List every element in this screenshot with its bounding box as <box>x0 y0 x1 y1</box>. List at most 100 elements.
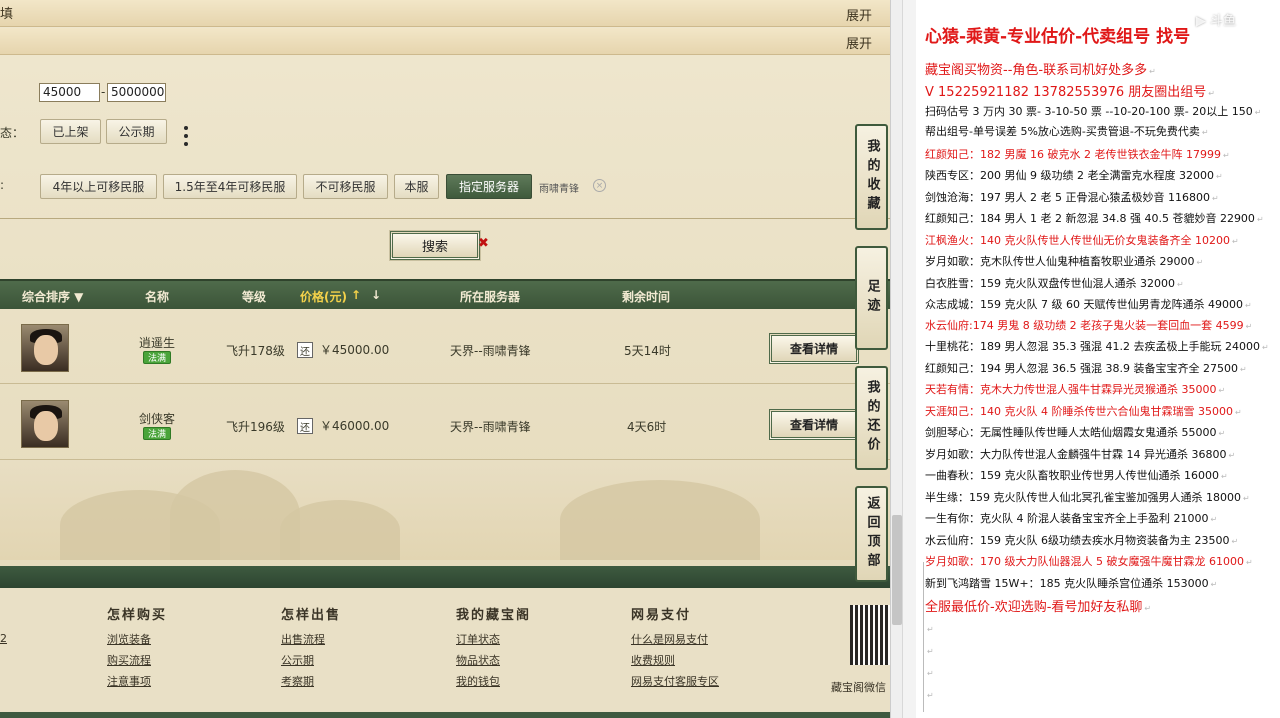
cbg-page: 填 展开 展开 45000 - 5000000 态： 已上架 公示期 : 4年以… <box>0 0 900 718</box>
ad-line-text: 扫码估号 3 万内 30 票- 3-10-50 票 --10-20-100 票-… <box>925 105 1253 118</box>
return-mark-icon: ↵ <box>1231 237 1239 246</box>
footer-link[interactable]: 注意事项 <box>107 673 151 689</box>
return-mark-icon: ↵ <box>1149 67 1156 76</box>
collapsed-section-2: 展开 <box>0 28 890 55</box>
character-avatar[interactable] <box>21 400 69 448</box>
expand-link[interactable]: 展开 <box>846 5 872 24</box>
section-title: 填 <box>0 7 14 22</box>
ad-line: 岁月如歌：170 级大力队仙器混人 5 破女魔强牛魔甘霖龙 61000 ↵ <box>925 553 1253 569</box>
col-price[interactable]: 价格(元) <box>300 288 347 305</box>
table-row[interactable]: 剑侠客 法满 飞升196级 还 ￥46000.00 天界--雨啸青锋 4天6时 … <box>0 388 890 460</box>
ad-line: 天若有情：克木大力传世混人强牛甘霖异光灵猴通杀 35000 ↵ <box>925 381 1225 397</box>
character-price: ￥45000.00 <box>320 343 390 357</box>
ad-line: 红颜知己：194 男人忽混 36.5 强混 38.9 装备宝宝齐全 27500 ↵ <box>925 360 1247 376</box>
ad-line-text: V 15225921182 13782553976 朋友圈出组号 <box>925 85 1207 100</box>
ad-line-text: 江枫渔火：140 克火队传世人传世仙无价女鬼装备齐全 10200 <box>925 234 1230 247</box>
footer-link[interactable]: 我的钱包 <box>456 673 500 689</box>
return-mark-icon: ↵ <box>927 625 934 634</box>
ad-line: 红颜知己：184 男人 1 老 2 新忽混 34.8 强 40.5 苍貔妙音 2… <box>925 210 1264 226</box>
character-name[interactable]: 逍遥生 <box>139 334 175 351</box>
return-mark-icon: ↵ <box>1215 172 1223 181</box>
ad-line: 岁月如歌：克木队传世人仙鬼种植畜牧职业通杀 29000 ↵ <box>925 253 1203 269</box>
footer-link[interactable]: 浏览装备 <box>107 631 151 647</box>
ad-line-text: 一生有你：克火队 4 阶混人装备宝宝齐全上手盈利 21000 <box>925 512 1209 525</box>
footer-link[interactable]: 订单状态 <box>456 631 500 647</box>
back-to-top-tab[interactable]: 返回顶部 <box>855 486 888 582</box>
ad-line-text: 帮出组号-单号误差 5%放心选购-买贵管退-不玩免费代卖 <box>925 125 1200 138</box>
view-detail-button[interactable]: 查看详情 <box>769 409 859 440</box>
return-mark-icon: ↵ <box>1210 515 1218 524</box>
scrollbar-thumb[interactable] <box>892 515 902 625</box>
character-name[interactable]: 剑侠客 <box>139 410 175 427</box>
footer: 2 怎样购买 浏览装备 购买流程 注意事项 怎样出售 出售流程 公示期 考察期 … <box>0 588 890 718</box>
server-this-button[interactable]: 本服 <box>394 174 439 199</box>
footer-link[interactable]: 网易支付客服专区 <box>631 673 719 689</box>
clear-icon[interactable]: × <box>593 179 606 192</box>
character-avatar[interactable] <box>21 324 69 372</box>
sort-dropdown[interactable]: 综合排序 ▼ <box>22 288 83 305</box>
footer-link[interactable]: 出售流程 <box>281 631 325 647</box>
view-detail-button[interactable]: 查看详情 <box>769 333 859 364</box>
price-max-input[interactable]: 5000000 <box>107 83 166 102</box>
bargain-icon: 还 <box>297 418 313 434</box>
qr-code-icon <box>850 605 890 665</box>
price-desc-icon[interactable]: ↓ <box>371 288 381 302</box>
search-button[interactable]: 搜索 <box>390 231 480 260</box>
server-1-5yr-button[interactable]: 1.5年至4年可移民服 <box>163 174 297 199</box>
ad-line-text: 红颜知己：182 男魔 16 破克水 2 老传世铁衣金牛阵 17999 <box>925 148 1221 161</box>
footer-link[interactable]: 2 <box>0 632 7 645</box>
server-4yr-button[interactable]: 4年以上可移民服 <box>40 174 157 199</box>
my-bargain-tab[interactable]: 我的还价 <box>855 366 888 470</box>
return-mark-icon: ↵ <box>1234 408 1242 417</box>
ad-line: 一曲春秋：159 克火队畜牧职业传世男人传世仙通杀 16000 ↵ <box>925 467 1228 483</box>
character-server: 天界--雨啸青锋 <box>450 420 531 434</box>
ad-line-text: 白衣胜雪：159 克火队双盘传世仙混人通杀 32000 <box>925 277 1175 290</box>
return-mark-icon: ↵ <box>1220 472 1228 481</box>
footer-link[interactable]: 物品状态 <box>456 652 500 668</box>
ad-title: 心猿-乘黄-专业估价-代卖组号 找号 <box>925 27 1191 47</box>
more-options-icon[interactable] <box>181 126 191 146</box>
footer-link[interactable]: 购买流程 <box>107 652 151 668</box>
ad-line: 十里桃花：189 男人忽混 35.3 强混 41.2 去疾孟极上手能玩 2400… <box>925 338 1269 354</box>
return-mark-icon: ↵ <box>1218 429 1226 438</box>
footer-link[interactable]: 公示期 <box>281 652 314 668</box>
price-min-input[interactable]: 45000 <box>39 83 100 102</box>
price-asc-icon[interactable]: ↑ <box>351 288 361 302</box>
footer-link[interactable]: 考察期 <box>281 673 314 689</box>
ad-line: 水云仙府：159 克火队 6级功绩去疾水月物资装备为主 23500 ↵ <box>925 532 1238 548</box>
footprint-tab[interactable]: 足迹 <box>855 246 888 350</box>
return-mark-icon: ↵ <box>1245 558 1253 567</box>
status-public-button[interactable]: 公示期 <box>106 119 167 144</box>
server-no-migrate-button[interactable]: 不可移民服 <box>303 174 388 199</box>
return-mark-icon: ↵ <box>1201 128 1209 137</box>
background-scenery <box>0 460 890 560</box>
ad-line-text: 岁月如歌：克木队传世人仙鬼种植畜牧职业通杀 29000 <box>925 255 1195 268</box>
footer-bottom-strip <box>0 712 890 718</box>
ad-line-text: 新到飞鸿踏雪 15W+：185 克火队睡杀宫位通杀 153000 <box>925 577 1209 590</box>
footer-link[interactable]: 收费规则 <box>631 652 675 668</box>
return-mark-icon: ↵ <box>1144 604 1152 613</box>
ad-line-text: 天涯知己：140 克火队 4 阶睡杀传世六合仙鬼甘霖瑞雪 35000 <box>925 405 1233 418</box>
footer-link[interactable]: 什么是网易支付 <box>631 631 708 647</box>
expand-link[interactable]: 展开 <box>846 33 872 52</box>
status-listed-button[interactable]: 已上架 <box>40 119 101 144</box>
ad-line: 红颜知己：182 男魔 16 破克水 2 老传世铁衣金牛阵 17999 ↵ <box>925 146 1230 162</box>
ad-line: 白衣胜雪：159 克火队双盘传世仙混人通杀 32000 ↵ <box>925 275 1184 291</box>
table-row[interactable]: 逍遥生 法满 飞升178级 还 ￥45000.00 天界--雨啸青锋 5天14时… <box>0 312 890 384</box>
selected-server-tag: 雨啸青锋 <box>539 184 579 195</box>
return-mark-icon: ↵ <box>1176 280 1184 289</box>
remaining-time: 4天6时 <box>627 420 667 434</box>
status-label: 态： <box>0 126 25 140</box>
page-scrollbar[interactable] <box>890 0 902 718</box>
ad-line-text: 十里桃花：189 男人忽混 35.3 强混 41.2 去疾孟极上手能玩 2400… <box>925 340 1260 353</box>
character-server: 天界--雨啸青锋 <box>450 344 531 358</box>
favorites-tab[interactable]: 我的收藏 <box>855 124 888 230</box>
stream-watermark: ▶ 斗鱼 <box>1196 14 1237 29</box>
server-specified-button[interactable]: 指定服务器 <box>446 174 532 199</box>
return-mark-icon: ↵ <box>927 647 934 656</box>
return-mark-icon: ↵ <box>1242 494 1250 503</box>
server-label: : <box>0 178 5 192</box>
ad-line-text: 水云仙府：159 克火队 6级功绩去疾水月物资装备为主 23500 <box>925 534 1230 547</box>
ad-line: 藏宝阁买物资--角色-联系司机好处多多 ↵ <box>925 59 1156 78</box>
col-server: 所在服务器 <box>460 290 521 304</box>
